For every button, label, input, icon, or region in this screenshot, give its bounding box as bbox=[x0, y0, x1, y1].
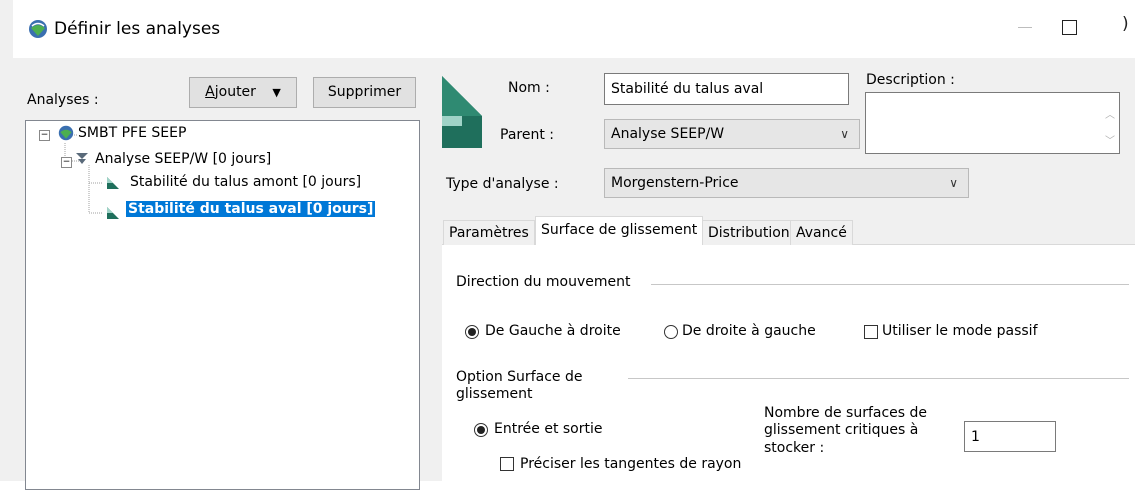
direction-heading: Direction du mouvement bbox=[456, 274, 631, 290]
tangent-radius-label: Préciser les tangentes de rayon bbox=[520, 456, 742, 472]
background-window-edge bbox=[0, 0, 14, 481]
parent-select-value: Analyse SEEP/W bbox=[611, 126, 725, 142]
tab-parameters[interactable]: Paramètres bbox=[443, 220, 535, 245]
description-textarea[interactable] bbox=[865, 92, 1120, 154]
project-globe-icon bbox=[58, 125, 74, 141]
tab-advanced[interactable]: Avancé bbox=[790, 220, 853, 245]
parent-label: Parent : bbox=[500, 127, 554, 143]
analyses-label: Analyses : bbox=[27, 92, 99, 108]
analysis-type-label: Type d'analyse : bbox=[446, 176, 559, 192]
critical-count-label-line3: stocker : bbox=[764, 440, 825, 456]
tree-item-upstream-slope[interactable]: Stabilité du talus amont [0 jours] bbox=[130, 174, 361, 190]
seep-analysis-icon bbox=[76, 153, 88, 164]
tree-collapse-toggle[interactable]: − bbox=[61, 157, 72, 168]
close-button[interactable]: ) bbox=[1122, 14, 1129, 34]
app-globe-icon bbox=[29, 20, 47, 38]
entry-exit-label: Entrée et sortie bbox=[494, 421, 603, 437]
window-title: Définir les analyses bbox=[54, 19, 221, 39]
slip-option-separator bbox=[628, 378, 1129, 379]
critical-count-label-line1: Nombre de surfaces de bbox=[764, 405, 928, 421]
minimize-button[interactable] bbox=[1018, 27, 1032, 28]
chevron-down-icon: ∨ bbox=[840, 127, 849, 141]
slip-option-heading-line1: Option Surface de bbox=[456, 369, 583, 385]
tab-distribution[interactable]: Distribution bbox=[702, 220, 796, 245]
tree-item-downstream-slope[interactable]: Stabilité du talus aval [0 jours] bbox=[126, 201, 376, 217]
entry-exit-radio[interactable] bbox=[474, 423, 488, 437]
left-to-right-label: De Gauche à droite bbox=[485, 323, 621, 339]
scroll-up-icon[interactable]: ︿ bbox=[1105, 106, 1115, 121]
slope-stability-large-icon bbox=[442, 76, 482, 148]
name-label: Nom : bbox=[508, 80, 550, 96]
add-button[interactable]: Ajouter ▼ bbox=[189, 77, 297, 108]
analysis-type-value: Morgenstern-Price bbox=[611, 175, 739, 191]
scroll-down-icon[interactable]: ﹀ bbox=[1105, 132, 1115, 147]
right-to-left-label: De droite à gauche bbox=[682, 323, 816, 339]
name-input[interactable]: Stabilité du talus aval bbox=[604, 73, 849, 105]
add-button-mnemonic: A bbox=[205, 84, 215, 100]
tree-collapse-toggle[interactable]: − bbox=[39, 130, 50, 141]
passive-mode-label: Utiliser le mode passif bbox=[882, 323, 1038, 339]
left-to-right-radio[interactable] bbox=[465, 325, 479, 339]
passive-mode-checkbox[interactable] bbox=[864, 325, 878, 339]
right-to-left-radio[interactable] bbox=[664, 325, 678, 339]
analysis-tree[interactable]: − SMBT PFE SEEP − Analyse SEEP/W [0 jour… bbox=[25, 120, 420, 490]
critical-count-label-line2: glissement critiques à bbox=[764, 422, 919, 438]
tree-item-project[interactable]: SMBT PFE SEEP bbox=[78, 125, 186, 141]
analysis-type-select[interactable]: Morgenstern-Price ∨ bbox=[604, 168, 969, 198]
delete-button[interactable]: Supprimer bbox=[313, 77, 416, 108]
add-button-label: jouter bbox=[214, 84, 256, 100]
tangent-radius-checkbox[interactable] bbox=[500, 457, 514, 471]
description-label: Description : bbox=[866, 72, 955, 88]
tab-slip-surface[interactable]: Surface de glissement bbox=[535, 216, 704, 245]
tree-item-seep-analysis[interactable]: Analyse SEEP/W [0 jours] bbox=[95, 151, 271, 167]
maximize-button[interactable] bbox=[1062, 20, 1077, 35]
critical-count-input[interactable]: 1 bbox=[964, 421, 1056, 452]
slope-stability-icon bbox=[107, 177, 119, 189]
slope-stability-icon bbox=[107, 207, 119, 219]
slip-option-heading-line2: glissement bbox=[456, 386, 533, 402]
chevron-down-icon: ∨ bbox=[949, 176, 958, 190]
dropdown-arrow-icon: ▼ bbox=[272, 86, 281, 99]
description-scrollbar[interactable]: ︿ ﹀ bbox=[1101, 94, 1119, 152]
direction-separator bbox=[651, 284, 1129, 285]
parent-select[interactable]: Analyse SEEP/W ∨ bbox=[604, 119, 860, 149]
